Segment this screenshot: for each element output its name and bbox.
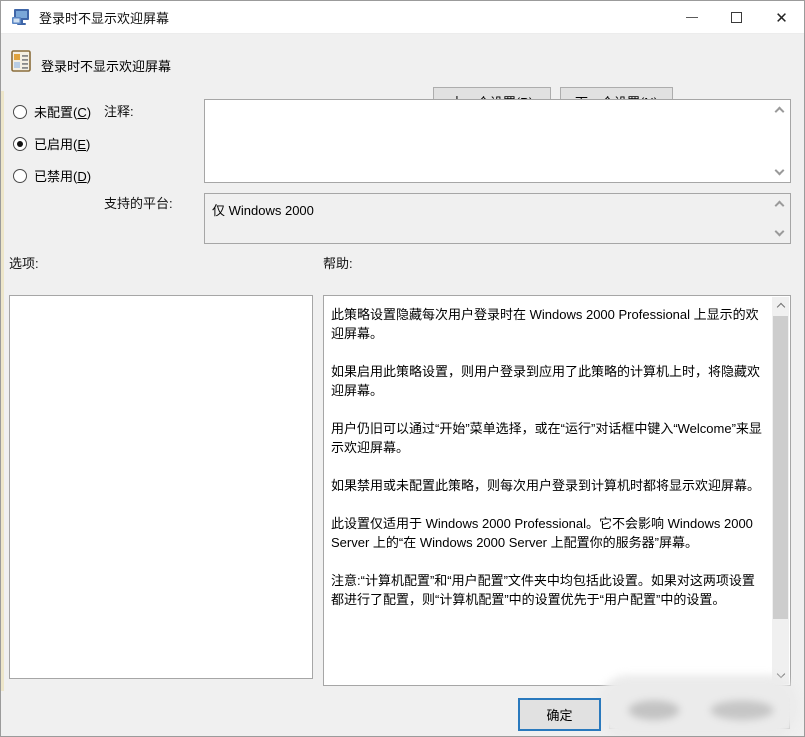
computer-icon [12,8,31,26]
help-scrollbar[interactable] [772,297,789,684]
policy-setting-dialog: 登录时不显示欢迎屏幕 ✕ 登录时不显示欢迎屏幕 上一个设置(P) 下一个设置(N… [0,0,805,737]
left-edge-artifact [1,91,4,691]
policy-title: 登录时不显示欢迎屏幕 [41,56,171,75]
minimize-button[interactable] [669,1,714,34]
help-paragraph: 注意:“计算机配置”和“用户配置”文件夹中均包括此设置。如果对这两项设置都进行了… [331,571,764,609]
help-paragraph: 用户仍旧可以通过“开始”菜单选择，或在“运行”对话框中键入“Welcome”来显… [331,419,764,457]
scrollbar-thumb[interactable] [773,316,788,619]
radio-disabled[interactable]: 已禁用(D) [13,166,91,185]
chevron-down-icon[interactable] [776,167,786,177]
options-label: 选项: [9,253,39,272]
options-pane [9,295,313,679]
close-button[interactable]: ✕ [759,1,804,34]
radio-enabled[interactable]: 已启用(E) [13,134,90,153]
ok-button[interactable]: 确定 [520,700,599,729]
supported-on-box: 仅 Windows 2000 [204,193,791,244]
scroll-up-icon[interactable] [772,297,789,314]
window-title: 登录时不显示欢迎屏幕 [39,8,169,27]
help-paragraph: 此设置仅适用于 Windows 2000 Professional。它不会影响 … [331,514,764,552]
help-paragraph: 如果禁用或未配置此策略，则每次用户登录到计算机时都将显示欢迎屏幕。 [331,476,764,495]
help-paragraph: 如果启用此策略设置，则用户登录到应用了此策略的计算机上时，将隐藏欢迎屏幕。 [331,362,764,400]
comment-textarea[interactable] [204,99,791,183]
maximize-button[interactable] [714,1,759,34]
supported-on-label: 支持的平台: [104,193,173,212]
policy-setting-icon [11,50,31,72]
policy-header: 登录时不显示欢迎屏幕 上一个设置(P) 下一个设置(N) [1,35,804,91]
chevron-up-icon[interactable] [776,105,786,115]
radio-label: 未配置(C) [34,102,91,121]
supported-on-value: 仅 Windows 2000 [212,203,314,218]
censored-region [598,675,798,737]
help-pane[interactable]: 此策略设置隐藏每次用户登录时在 Windows 2000 Professiona… [323,295,791,686]
chevron-up-icon[interactable] [776,199,786,209]
help-paragraph: 此策略设置隐藏每次用户登录时在 Windows 2000 Professiona… [331,305,764,343]
radio-label: 已禁用(D) [34,166,91,185]
window-controls: ✕ [669,1,804,34]
help-label: 帮助: [323,253,353,272]
chevron-down-icon[interactable] [776,228,786,238]
title-bar[interactable]: 登录时不显示欢迎屏幕 ✕ [1,1,804,34]
radio-circle [13,105,27,119]
comment-label: 注释: [104,101,134,120]
radio-circle [13,137,27,151]
radio-circle [13,169,27,183]
radio-not-configured[interactable]: 未配置(C) [13,102,91,121]
radio-label: 已启用(E) [34,134,90,153]
